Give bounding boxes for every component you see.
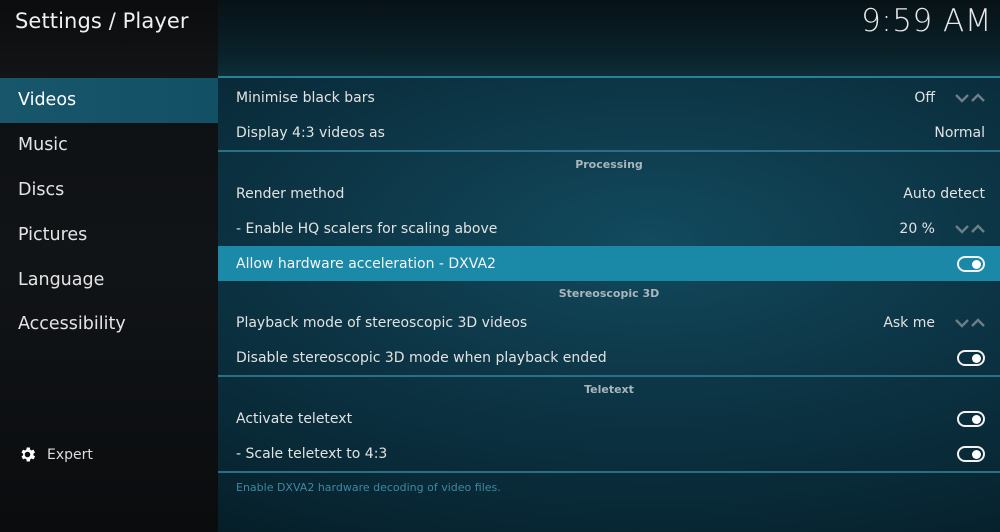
- sidebar-item-label: Music: [18, 135, 68, 156]
- chevron-down-icon[interactable]: [955, 318, 969, 328]
- setting-render-method[interactable]: Render method Auto detect: [218, 176, 1000, 211]
- toggle-switch[interactable]: [957, 410, 985, 427]
- clock: 9:59 AM: [861, 3, 992, 39]
- group-title-processing: Processing: [575, 157, 643, 171]
- setting-minimise-black-bars[interactable]: Minimise black bars Off: [218, 80, 1000, 115]
- chevron-down-icon[interactable]: [955, 224, 969, 234]
- settings-list: Minimise black bars Off Display 4:3 vide…: [218, 80, 1000, 532]
- sidebar-item-pictures[interactable]: Pictures: [0, 212, 218, 257]
- sidebar-item-discs[interactable]: Discs: [0, 168, 218, 213]
- settings-level-button[interactable]: Expert: [18, 445, 93, 464]
- spinner-control[interactable]: [955, 92, 985, 103]
- setting-label: Render method: [236, 185, 345, 202]
- sidebar-item-label: Pictures: [18, 224, 88, 245]
- group-title-teletext: Teletext: [584, 382, 634, 396]
- category-list: Videos Music Discs Pictures Language Acc…: [0, 78, 218, 347]
- sidebar-item-language[interactable]: Language: [0, 257, 218, 302]
- group-title-stereoscopic-3d: Stereoscopic 3D: [558, 286, 660, 300]
- setting-label: Disable stereoscopic 3D mode when playba…: [236, 349, 607, 366]
- setting-label: Minimise black bars: [236, 89, 375, 106]
- setting-stereoscopic-playback-mode[interactable]: Playback mode of stereoscopic 3D videos …: [218, 305, 1000, 340]
- setting-label: - Enable HQ scalers for scaling above: [236, 220, 498, 237]
- setting-label: Display 4:3 videos as: [236, 124, 385, 141]
- setting-scale-teletext[interactable]: - Scale teletext to 4:3: [218, 436, 1000, 471]
- sidebar-item-label: Discs: [18, 179, 65, 200]
- spinner-control[interactable]: [955, 317, 985, 328]
- setting-activate-teletext[interactable]: Activate teletext: [218, 401, 1000, 436]
- setting-display-4-3-videos-as[interactable]: Display 4:3 videos as Normal: [218, 115, 1000, 150]
- sidebar-item-videos[interactable]: Videos: [0, 78, 218, 123]
- page-title: Settings / Player: [15, 9, 189, 33]
- gear-icon: [21, 447, 36, 462]
- setting-hardware-acceleration-dxva2[interactable]: Allow hardware acceleration - DXVA2: [218, 246, 1000, 281]
- setting-value: Auto detect: [903, 185, 985, 202]
- chevron-up-icon[interactable]: [971, 92, 985, 103]
- setting-hq-scalers[interactable]: - Enable HQ scalers for scaling above 20…: [218, 211, 1000, 246]
- sidebar-item-label: Accessibility: [18, 314, 126, 335]
- sidebar-item-accessibility[interactable]: Accessibility: [0, 302, 218, 347]
- chevron-down-icon[interactable]: [955, 93, 969, 103]
- setting-disable-stereoscopic-on-end[interactable]: Disable stereoscopic 3D mode when playba…: [218, 340, 1000, 375]
- setting-value: Normal: [934, 124, 985, 141]
- settings-level-label: Expert: [47, 446, 93, 463]
- toggle-switch[interactable]: [957, 255, 985, 272]
- setting-value: Ask me: [883, 314, 935, 331]
- sidebar: Videos Music Discs Pictures Language Acc…: [0, 0, 218, 532]
- setting-description: Enable DXVA2 hardware decoding of video …: [236, 480, 501, 494]
- setting-label: Playback mode of stereoscopic 3D videos: [236, 314, 528, 331]
- sidebar-item-label: Language: [18, 269, 105, 290]
- setting-label: Activate teletext: [236, 410, 353, 427]
- setting-value: Off: [914, 89, 935, 106]
- chevron-up-icon[interactable]: [971, 223, 985, 234]
- toggle-switch[interactable]: [957, 445, 985, 462]
- toggle-switch[interactable]: [957, 349, 985, 366]
- chevron-up-icon[interactable]: [971, 317, 985, 328]
- setting-label: - Scale teletext to 4:3: [236, 445, 388, 462]
- spinner-control[interactable]: [955, 223, 985, 234]
- setting-label: Allow hardware acceleration - DXVA2: [236, 255, 496, 272]
- setting-value: 20 %: [899, 220, 935, 237]
- sidebar-item-label: Videos: [18, 90, 77, 111]
- sidebar-item-music[interactable]: Music: [0, 123, 218, 168]
